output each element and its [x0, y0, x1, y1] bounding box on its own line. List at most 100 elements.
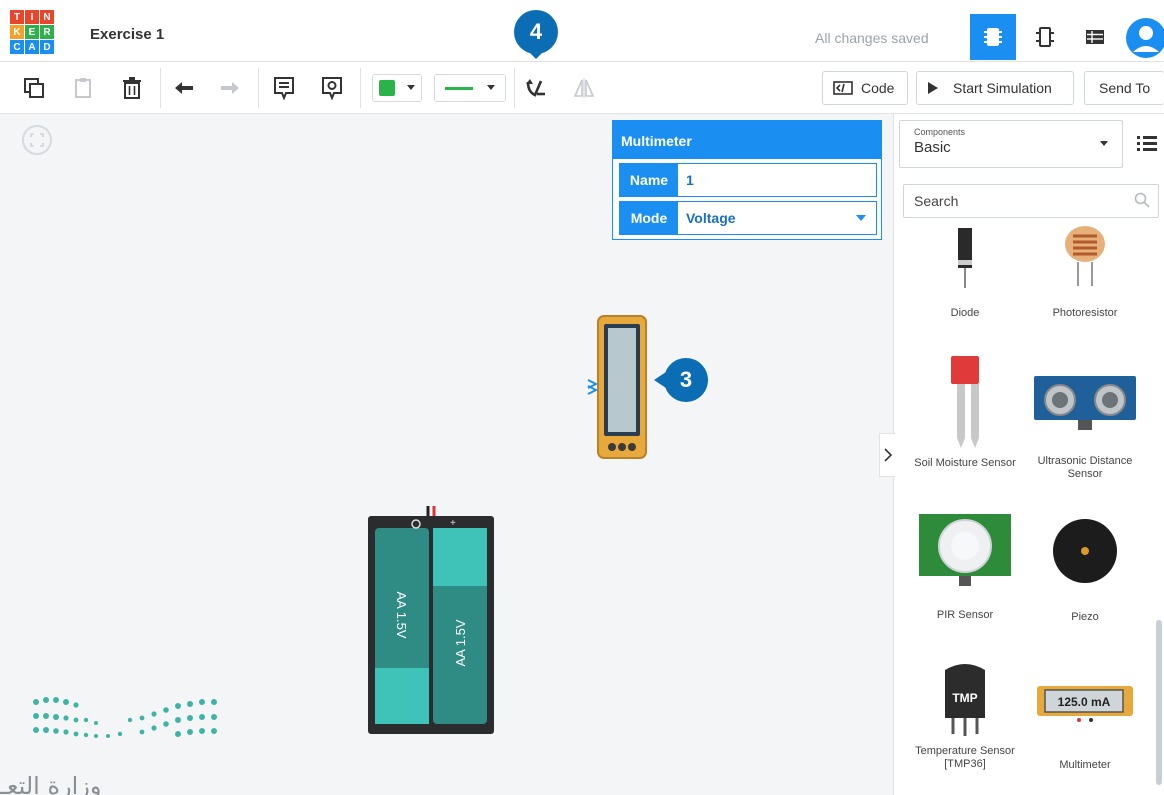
breadboard-icon [984, 28, 1002, 46]
battery-cell-label: AA 1.5V [452, 619, 468, 667]
inspector-mode-row: Mode Voltage [619, 201, 877, 235]
ultrasonic-sensor-icon [1034, 376, 1136, 430]
undo-arrow-icon [175, 82, 193, 94]
name-input[interactable]: 1 [678, 164, 876, 196]
panel-scrollbar[interactable] [1156, 620, 1162, 785]
pir-sensor-icon [919, 514, 1011, 586]
component-pir-sensor[interactable]: PIR Sensor [905, 512, 1025, 622]
code-label: Code [861, 80, 895, 96]
panel-collapse-tab[interactable] [879, 433, 895, 477]
notes-visibility-button[interactable] [318, 74, 346, 102]
wire-line-icon [445, 87, 473, 90]
component-label: Temperature Sensor [TMP36] [915, 745, 1015, 770]
zoom-to-fit-button[interactable] [22, 125, 52, 155]
eye-note-icon [322, 77, 342, 100]
component-label: Multimeter [1059, 759, 1111, 771]
components-value: Basic [914, 139, 951, 156]
circuit-view-button[interactable] [970, 14, 1016, 60]
component-temperature-sensor[interactable]: TMP Temperature Sensor [TMP36] [905, 662, 1025, 771]
component-label: Diode [950, 307, 980, 319]
rotate-button[interactable] [522, 74, 550, 102]
top-bar: T I N K E R C A D Exercise 1 All changes… [0, 0, 1164, 62]
caret-down-icon [856, 215, 866, 221]
list-view-icon[interactable] [1136, 132, 1158, 154]
component-multimeter[interactable]: 125.0 mA Multimeter [1025, 684, 1145, 772]
note-icon [274, 77, 294, 100]
caret-down-icon [407, 85, 415, 90]
copy-icon [24, 78, 44, 98]
toolbar-divider [258, 68, 259, 108]
multimeter-component[interactable] [586, 314, 650, 462]
send-to-button[interactable]: Send To [1084, 71, 1164, 105]
component-piezo[interactable]: Piezo [1025, 514, 1145, 624]
piezo-icon [1053, 519, 1117, 583]
code-button[interactable]: Code [822, 71, 908, 105]
trash-icon [123, 77, 141, 99]
logo-letter: C [10, 40, 24, 54]
start-simulation-label: Start Simulation [953, 80, 1052, 96]
mode-label: Mode [620, 202, 678, 234]
mode-value: Voltage [686, 210, 736, 226]
battery-cell-label: AA 1.5V [394, 591, 410, 639]
photoresistor-icon [1065, 226, 1105, 286]
rotate-icon [526, 79, 545, 97]
component-diode[interactable]: Diode [905, 226, 1025, 320]
tinkercad-logo[interactable]: T I N K E R C A D [10, 10, 54, 54]
send-to-label: Send To [1099, 80, 1151, 96]
save-status: All changes saved [815, 30, 929, 46]
battery-pack-component[interactable]: + AA 1.5V AA 1.5V [368, 504, 494, 734]
soil-moisture-sensor-icon [951, 356, 979, 448]
user-avatar[interactable] [1124, 14, 1164, 60]
start-simulation-button[interactable]: Start Simulation [916, 71, 1074, 105]
components-dropdown[interactable]: Components Basic [899, 120, 1123, 168]
chevron-right-icon [883, 448, 892, 462]
inspector-title: Multimeter [613, 121, 881, 159]
edit-toolbar: Code Start Simulation Send To [0, 62, 1164, 114]
component-ultrasonic-sensor[interactable]: Ultrasonic Distance Sensor [1025, 372, 1145, 481]
paste-button[interactable] [70, 74, 98, 102]
schematic-view-button[interactable] [1022, 14, 1068, 60]
fit-view-icon [30, 133, 44, 147]
ministry-logo-dots [33, 697, 217, 738]
components-caption: Components [914, 127, 966, 137]
diode-icon [958, 228, 972, 288]
step-badge-3: 3 [664, 358, 708, 402]
flip-button[interactable] [570, 74, 598, 102]
component-list-button[interactable] [1072, 14, 1118, 60]
component-soil-moisture-sensor[interactable]: Soil Moisture Sensor [905, 352, 1025, 470]
caret-down-icon [487, 85, 495, 90]
ministry-text: وزارة التعـ [0, 772, 102, 795]
component-label: Piezo [1071, 611, 1099, 623]
table-icon [1086, 30, 1104, 44]
notes-button[interactable] [270, 74, 298, 102]
toolbar-divider [514, 68, 515, 108]
user-icon [1126, 18, 1164, 58]
copy-button[interactable] [20, 74, 48, 102]
badge-pointer-icon [527, 50, 545, 59]
delete-button[interactable] [118, 74, 146, 102]
mode-select[interactable]: Voltage [678, 202, 876, 234]
logo-letter: R [40, 25, 54, 39]
caret-down-icon [1100, 141, 1108, 146]
logo-letter: D [40, 40, 54, 54]
color-picker[interactable] [372, 74, 422, 102]
inspector-name-row: Name 1 [619, 163, 877, 197]
logo-letter: E [25, 25, 39, 39]
undo-button[interactable] [170, 74, 198, 102]
design-title[interactable]: Exercise 1 [90, 26, 164, 43]
toolbar-divider [360, 68, 361, 108]
code-icon [833, 81, 853, 95]
flip-icon [573, 78, 595, 98]
component-photoresistor[interactable]: Photoresistor [1025, 226, 1145, 320]
component-label: Ultrasonic Distance Sensor [1037, 455, 1133, 480]
component-search-input[interactable]: Search [903, 184, 1159, 218]
toolbar-divider [160, 68, 161, 108]
search-placeholder: Search [914, 193, 959, 209]
tmp-chip-text: TMP [952, 691, 977, 705]
wire-type-picker[interactable] [434, 74, 506, 102]
logo-letter: I [25, 10, 39, 24]
logo-letter: N [40, 10, 54, 24]
chip-outline-icon [1036, 27, 1054, 47]
multimeter-inspector: Multimeter Name 1 Mode Voltage [612, 120, 882, 240]
redo-button[interactable] [216, 74, 244, 102]
